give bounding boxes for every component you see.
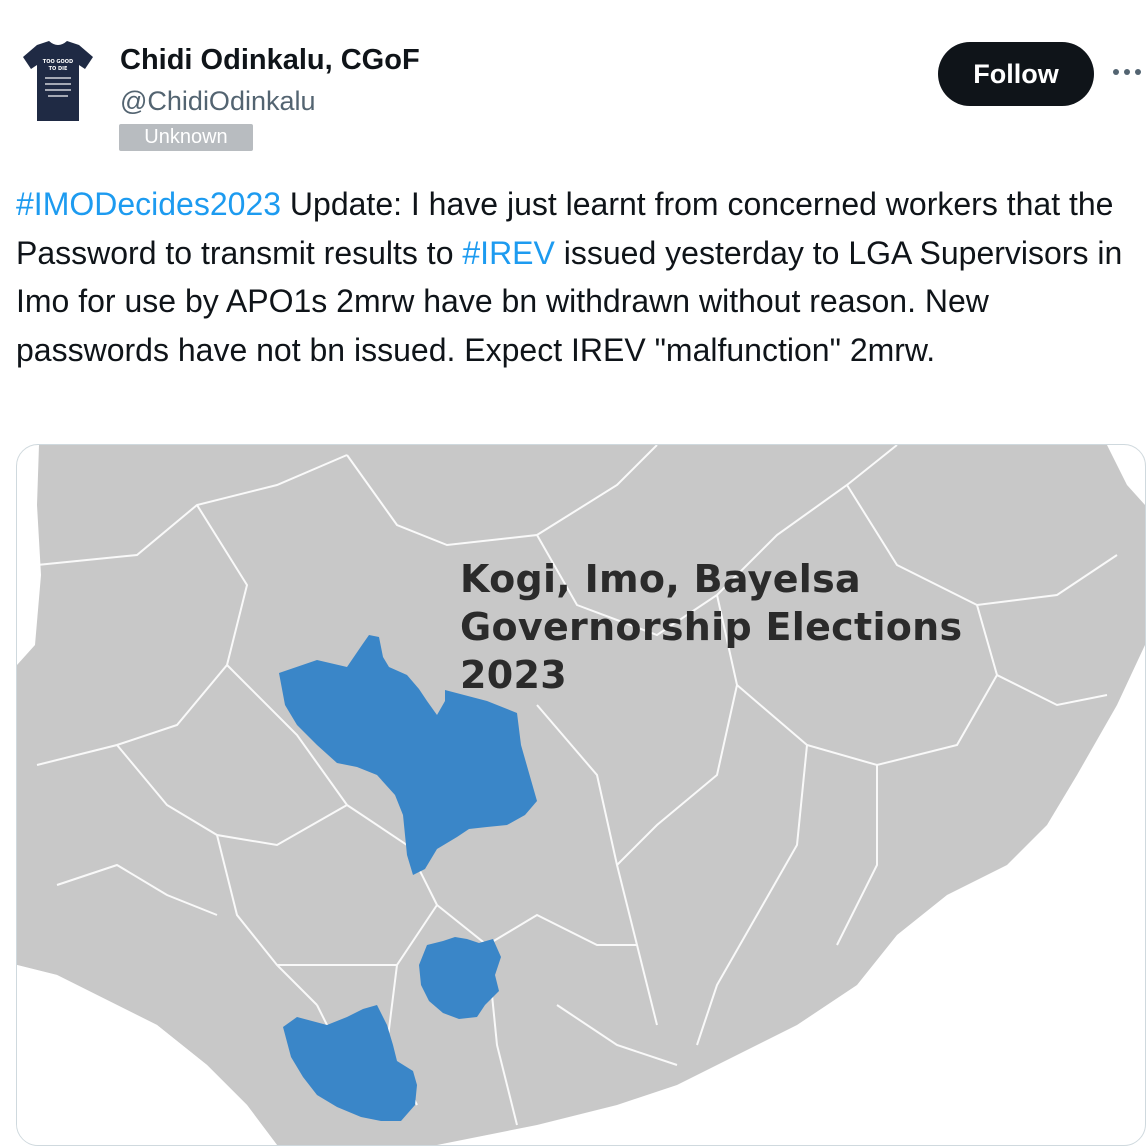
svg-text:TOO GOOD: TOO GOOD [43,59,73,65]
map-title: Kogi, Imo, Bayelsa Governorship Election… [460,555,962,699]
follow-button[interactable]: Follow [938,42,1094,106]
label-badge: Unknown [119,124,253,151]
more-horizontal-icon[interactable] [1110,52,1144,92]
hashtag-link-irev[interactable]: #IREV [462,235,554,271]
tweet-text: #IMODecides2023 Update: I have just lear… [16,180,1136,374]
avatar[interactable]: TOO GOOD TO DIE [18,40,98,122]
svg-text:TO DIE: TO DIE [49,66,68,72]
map-title-line3: 2023 [460,653,567,697]
land-mass [17,445,1145,1145]
map-title-line1: Kogi, Imo, Bayelsa [460,557,861,601]
nigeria-map [17,445,1145,1145]
tweet-media-image[interactable]: Kogi, Imo, Bayelsa Governorship Election… [16,444,1146,1146]
tshirt-avatar-icon: TOO GOOD TO DIE [23,41,93,121]
map-title-line2: Governorship Elections [460,605,963,649]
author-handle[interactable]: @ChidiOdinkalu [120,86,316,117]
author-name[interactable]: Chidi Odinkalu, CGoF [120,44,420,77]
hashtag-link-imodecides2023[interactable]: #IMODecides2023 [16,186,281,222]
